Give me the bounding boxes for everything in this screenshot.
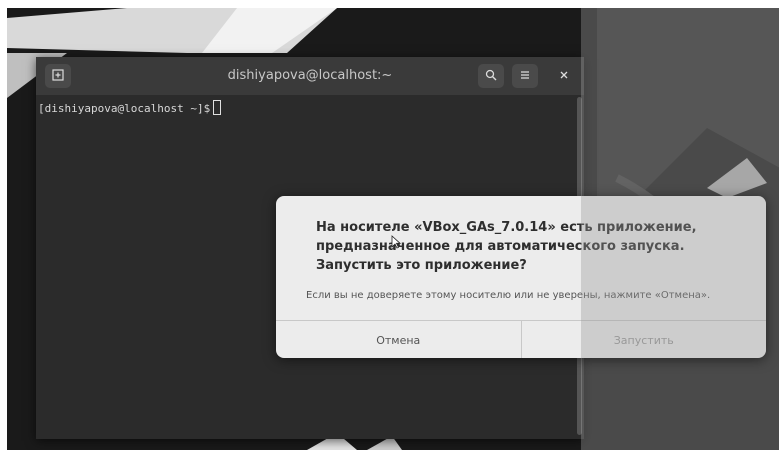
close-icon (559, 69, 569, 84)
hamburger-menu-icon (519, 69, 531, 84)
cancel-button[interactable]: Отмена (276, 321, 521, 358)
close-button[interactable] (552, 64, 576, 88)
dialog-message: Если вы не доверяете этому носителю или … (306, 290, 711, 301)
shell-prompt: [dishiyapova@localhost ~]$ (38, 102, 211, 115)
search-icon (485, 69, 497, 84)
menu-button[interactable] (512, 64, 538, 88)
desktop: dishiyapova@localhost:~ [dishiyapova@loc… (7, 8, 779, 450)
shell-prompt-line: [dishiyapova@localhost ~]$ (38, 100, 222, 115)
mouse-pointer-icon (391, 235, 401, 249)
dialog-button-row: Отмена Запустить (276, 320, 766, 358)
dialog-heading: На носителе «VBox_GAs_7.0.14» есть прило… (316, 220, 697, 273)
text-cursor (213, 100, 222, 115)
search-button[interactable] (478, 64, 504, 88)
autorun-dialog: На носителе «VBox_GAs_7.0.14» есть прило… (276, 196, 766, 358)
terminal-titlebar[interactable]: dishiyapova@localhost:~ (36, 57, 584, 95)
run-button[interactable]: Запустить (520, 321, 767, 358)
